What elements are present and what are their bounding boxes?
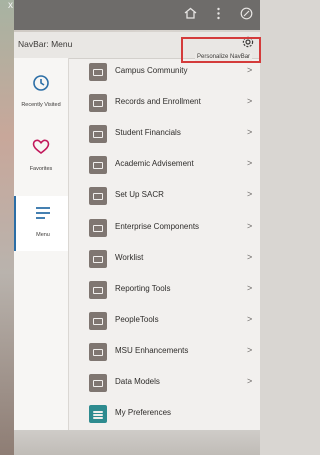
menu-item-label: Data Models [115,377,160,386]
menu-item-label: Student Financials [115,128,181,137]
menu-item-label: PeopleTools [115,315,159,324]
menu-item-campus-community[interactable]: Campus Community > [69,58,260,88]
preferences-icon [89,405,107,423]
folder-icon [89,125,107,143]
chevron-right-icon: > [247,252,253,262]
menu-item-label: Reporting Tools [115,284,171,293]
menu-item-label: Worklist [115,253,144,262]
folder-icon [89,63,107,81]
folder-icon [89,187,107,205]
menu-item-my-preferences[interactable]: My Preferences [69,400,260,430]
panel-title: NavBar: Menu [18,39,73,49]
nav-tile-label: Recently Visited [21,102,61,108]
menu-item-label: Academic Advisement [115,159,194,168]
chevron-right-icon: > [247,221,253,231]
menu-icon [34,204,52,222]
navbar-tile-column: Recently Visited Favorites Menu [14,58,69,430]
chevron-right-icon: > [247,158,253,168]
menu-item-label: Enterprise Components [115,222,200,231]
chevron-right-icon: > [247,189,253,199]
menu-item-label: My Preferences [115,408,172,417]
nav-tile-menu[interactable]: Menu [14,196,68,251]
folder-icon [89,219,107,237]
chevron-right-icon: > [247,345,253,355]
nav-tile-label: Menu [36,232,50,238]
chevron-right-icon: > [247,376,253,386]
menu-item-student-financials[interactable]: Student Financials > [69,120,260,150]
nav-tile-favorites[interactable]: Favorites [14,130,68,185]
menu-item-label: Campus Community [115,66,188,75]
menu-item-records-and-enrollment[interactable]: Records and Enrollment > [69,89,260,119]
menu-item-reporting-tools[interactable]: Reporting Tools > [69,276,260,306]
chevron-right-icon: > [247,283,253,293]
nav-tile-label: Favorites [29,166,53,172]
menu-item-worklist[interactable]: Worklist > [69,245,260,275]
left-background-strip [0,0,14,455]
folder-icon [89,281,107,299]
menu-item-label: MSU Enhancements [115,346,189,355]
bottom-background [14,430,260,455]
folder-icon [89,250,107,268]
menu-item-academic-advisement[interactable]: Academic Advisement > [69,151,260,181]
compass-icon[interactable] [240,7,253,23]
folder-icon [89,94,107,112]
menu-item-label: Set Up SACR [115,190,164,199]
folder-icon [89,312,107,330]
folder-icon [89,374,107,392]
top-toolbar [14,0,260,30]
menu-item-peopletools[interactable]: PeopleTools > [69,307,260,337]
chevron-right-icon: > [247,127,253,137]
folder-icon [89,156,107,174]
menu-item-set-up-sacr[interactable]: Set Up SACR > [69,182,260,212]
chevron-right-icon: > [247,96,253,106]
menu-item-enterprise-components[interactable]: Enterprise Components > [69,214,260,244]
home-icon[interactable] [184,7,197,23]
chevron-right-icon: > [247,314,253,324]
clock-icon [32,74,50,92]
chevron-right-icon: > [247,65,253,75]
heart-icon [32,138,50,156]
corner-mark: x [8,0,13,11]
menu-item-data-models[interactable]: Data Models > [69,369,260,399]
menu-item-label: Records and Enrollment [115,97,201,106]
menu-list: Campus Community > Records and Enrollmen… [69,58,260,430]
navbar-panel: NavBar: Menu Personalize NavBar Recently… [14,32,261,430]
folder-icon [89,343,107,361]
menu-item-msu-enhancements[interactable]: MSU Enhancements > [69,338,260,368]
nav-tile-recently-visited[interactable]: Recently Visited [14,66,68,121]
more-vertical-icon[interactable] [216,7,221,23]
